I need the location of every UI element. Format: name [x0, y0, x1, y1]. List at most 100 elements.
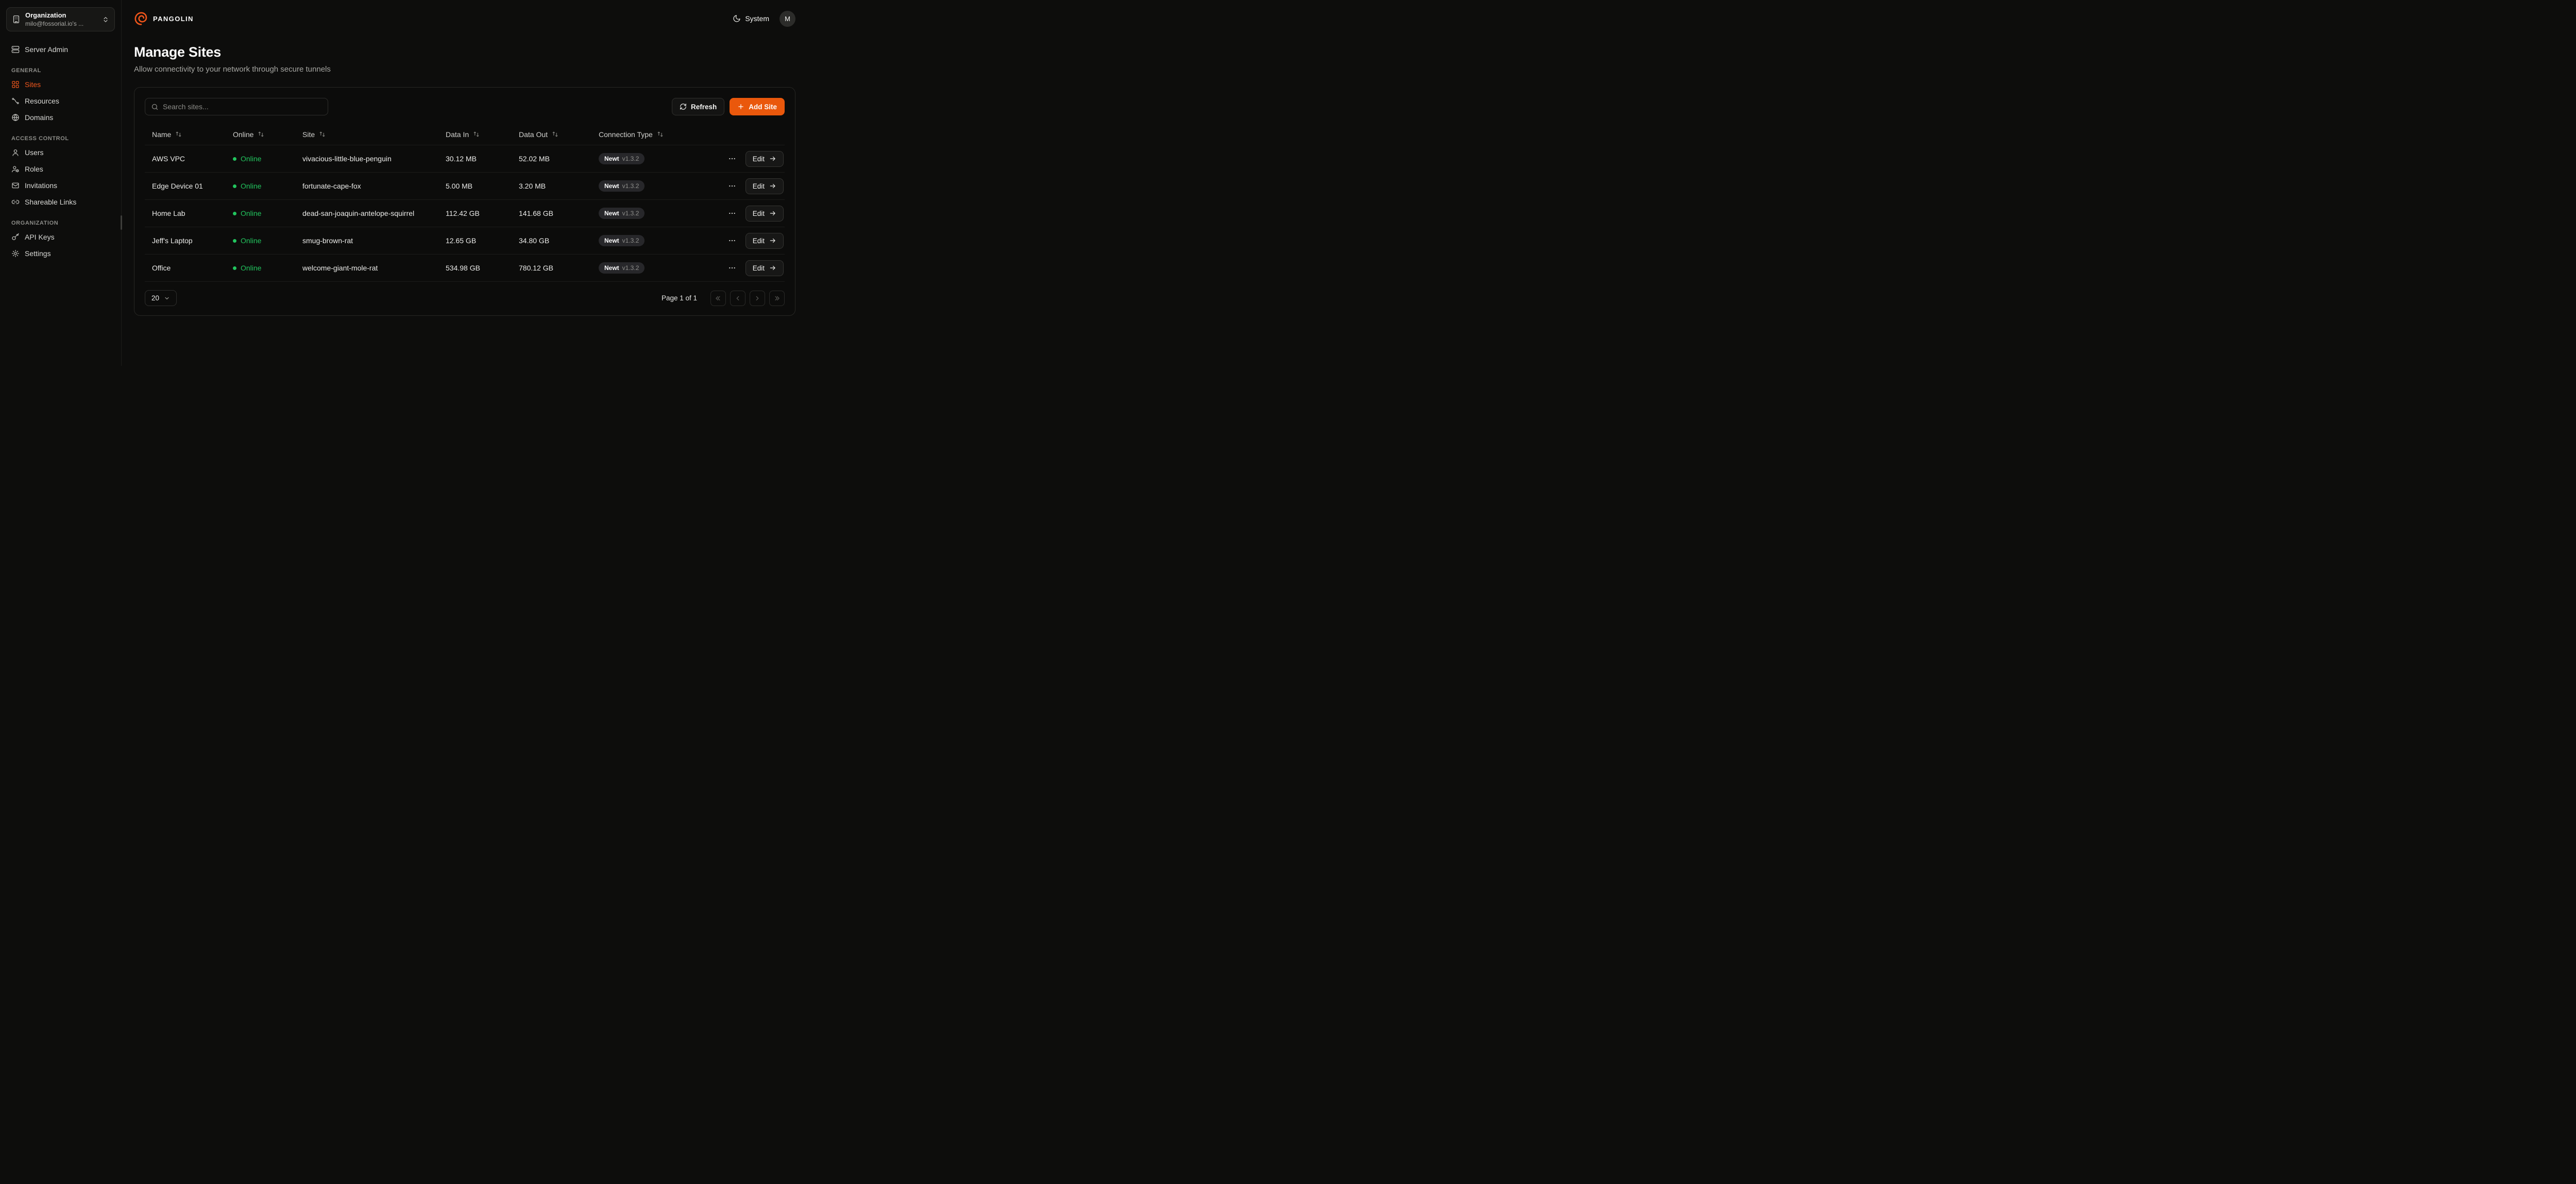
- edit-button[interactable]: Edit: [745, 151, 784, 167]
- row-menu-button[interactable]: [726, 153, 738, 165]
- connection-type-version: v1.3.2: [622, 264, 639, 272]
- section-heading-access-control: ACCESS CONTROL: [11, 136, 115, 142]
- sidebar-item-invitations[interactable]: Invitations: [6, 178, 115, 193]
- last-page-button[interactable]: [769, 291, 785, 306]
- org-selector[interactable]: Organization milo@fossorial.io's ...: [6, 7, 115, 31]
- row-menu-button[interactable]: [726, 180, 738, 192]
- user-cog-icon: [11, 165, 20, 173]
- connection-type-version: v1.3.2: [622, 182, 639, 190]
- next-page-button[interactable]: [750, 291, 765, 306]
- key-icon: [11, 233, 20, 241]
- server-icon: [11, 45, 20, 54]
- user-icon: [11, 148, 20, 157]
- connection-type-name: Newt: [604, 264, 619, 272]
- column-header-name[interactable]: Name: [152, 130, 182, 139]
- section-heading-general: GENERAL: [11, 67, 115, 74]
- toolbar-buttons: Refresh Add Site: [672, 98, 785, 115]
- column-label: Online: [233, 130, 253, 139]
- row-menu-button[interactable]: [726, 262, 738, 274]
- chevrons-left-icon: [715, 295, 722, 302]
- sidebar-item-users[interactable]: Users: [6, 145, 115, 160]
- connection-type-name: Newt: [604, 210, 619, 217]
- connection-type-badge: Newt v1.3.2: [599, 153, 645, 164]
- theme-toggle[interactable]: System: [733, 14, 769, 23]
- connection-type-name: Newt: [604, 237, 619, 244]
- sidebar-item-shareable-links[interactable]: Shareable Links: [6, 194, 115, 210]
- edit-button[interactable]: Edit: [745, 260, 784, 276]
- sidebar-item-resources[interactable]: Resources: [6, 93, 115, 109]
- cell-site-tunnel: fortunate-cape-fox: [302, 182, 446, 190]
- sort-icon: [319, 131, 326, 138]
- arrow-right-icon: [769, 210, 776, 217]
- column-header-data-in[interactable]: Data In: [446, 130, 480, 139]
- online-dot-icon: [233, 212, 236, 215]
- first-page-button[interactable]: [710, 291, 726, 306]
- edit-button[interactable]: Edit: [745, 206, 784, 222]
- sidebar: Organization milo@fossorial.io's ... Ser…: [0, 0, 122, 366]
- theme-label: System: [745, 14, 769, 23]
- topbar-right: System M: [733, 11, 795, 27]
- edit-button[interactable]: Edit: [745, 233, 784, 249]
- add-site-label: Add Site: [749, 103, 777, 111]
- sidebar-item-label: Roles: [25, 165, 43, 173]
- sites-grid-icon: [11, 80, 20, 89]
- sort-icon: [552, 131, 558, 138]
- sidebar-item-label: Resources: [25, 97, 59, 105]
- cell-site-name: Office: [152, 264, 233, 272]
- refresh-button[interactable]: Refresh: [672, 98, 724, 115]
- edit-button[interactable]: Edit: [745, 178, 784, 194]
- sidebar-item-server-admin[interactable]: Server Admin: [6, 42, 115, 57]
- globe-icon: [11, 113, 20, 122]
- add-site-button[interactable]: Add Site: [730, 98, 785, 115]
- cell-actions: Edit: [696, 233, 785, 249]
- sort-icon: [657, 131, 664, 138]
- row-menu-button[interactable]: [726, 234, 738, 247]
- sidebar-item-label: Invitations: [25, 181, 57, 190]
- table-toolbar: Refresh Add Site: [145, 98, 785, 115]
- online-dot-icon: [233, 157, 236, 161]
- sidebar-item-roles[interactable]: Roles: [6, 161, 115, 177]
- cell-online-status: Online: [233, 236, 302, 245]
- cell-actions: Edit: [696, 178, 785, 194]
- chevrons-right-icon: [773, 295, 781, 302]
- sort-icon: [473, 131, 480, 138]
- column-header-site[interactable]: Site: [302, 130, 326, 139]
- edit-label: Edit: [753, 264, 765, 272]
- arrow-right-icon: [769, 237, 776, 244]
- connection-type-version: v1.3.2: [622, 210, 639, 217]
- refresh-icon: [680, 103, 687, 110]
- cell-actions: Edit: [696, 260, 785, 276]
- connection-type-badge: Newt v1.3.2: [599, 208, 645, 219]
- online-dot-icon: [233, 184, 236, 188]
- cell-data-out: 780.12 GB: [519, 264, 599, 272]
- column-header-connection-type[interactable]: Connection Type: [599, 130, 664, 139]
- column-header-data-out[interactable]: Data Out: [519, 130, 558, 139]
- page-subtitle: Allow connectivity to your network throu…: [134, 65, 795, 74]
- sidebar-item-settings[interactable]: Settings: [6, 246, 115, 261]
- sort-icon: [258, 131, 264, 138]
- search-box: [145, 98, 328, 115]
- page-size-value: 20: [151, 294, 159, 302]
- column-header-online[interactable]: Online: [233, 130, 264, 139]
- cell-actions: Edit: [696, 151, 785, 167]
- cell-data-out: 3.20 MB: [519, 182, 599, 190]
- building-icon: [12, 15, 21, 24]
- pager-buttons: [710, 291, 785, 306]
- page-size-select[interactable]: 20: [145, 290, 177, 306]
- search-input[interactable]: [163, 103, 322, 111]
- chevrons-up-down-icon: [102, 16, 109, 23]
- prev-page-button[interactable]: [730, 291, 745, 306]
- sites-table-card: Refresh Add Site Name Online: [134, 87, 795, 316]
- row-menu-button[interactable]: [726, 207, 738, 219]
- chevron-right-icon: [754, 295, 761, 302]
- avatar[interactable]: M: [779, 11, 795, 27]
- sidebar-item-sites[interactable]: Sites: [6, 77, 115, 92]
- sidebar-item-domains[interactable]: Domains: [6, 110, 115, 125]
- cell-connection-type: Newt v1.3.2: [599, 153, 696, 164]
- sidebar-item-label: Shareable Links: [25, 198, 76, 206]
- plus-icon: [737, 103, 744, 110]
- main-content: PANGOLIN System M Manage Sites Allow con…: [122, 0, 808, 366]
- org-selector-text: Organization milo@fossorial.io's ...: [25, 11, 97, 27]
- sidebar-item-api-keys[interactable]: API Keys: [6, 229, 115, 245]
- sidebar-scrollbar-thumb[interactable]: [121, 215, 122, 230]
